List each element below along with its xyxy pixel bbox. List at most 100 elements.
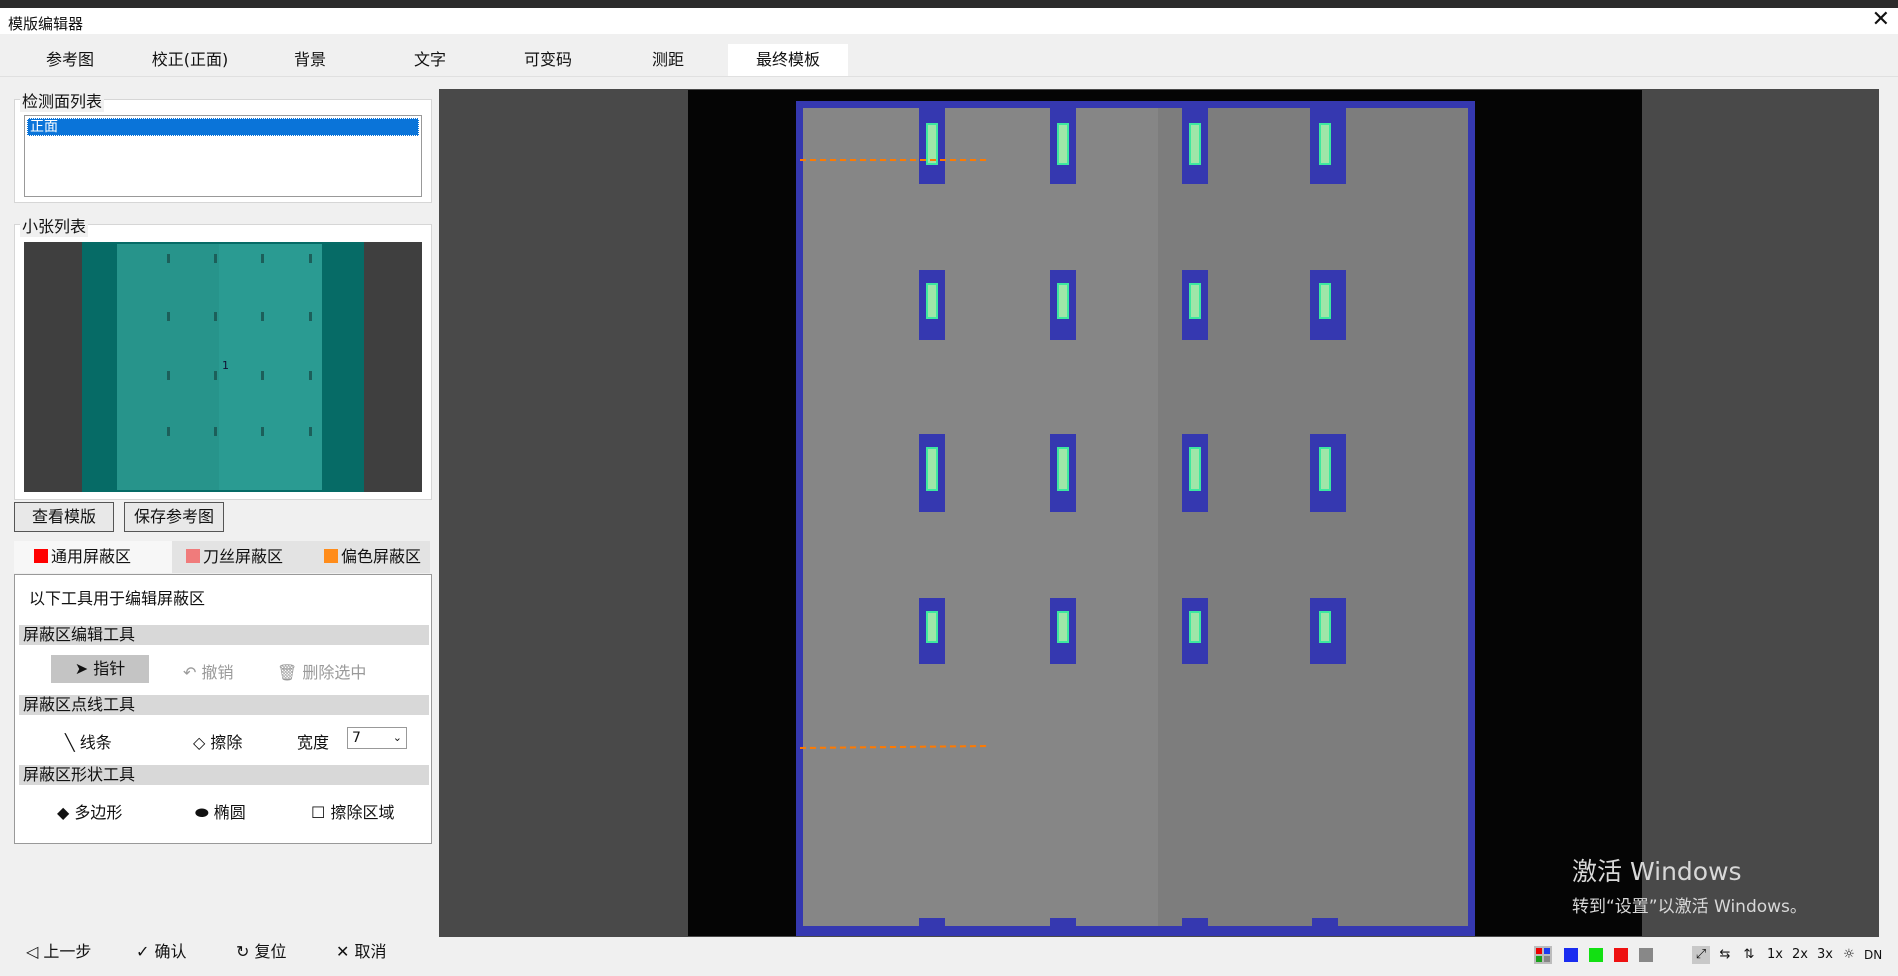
barcode-strip (926, 611, 938, 643)
red-channel-icon[interactable] (1612, 946, 1630, 964)
x-icon: ✕ (336, 942, 350, 961)
pointer-tool[interactable]: ➤ 指针 (51, 655, 149, 683)
fit-window-icon[interactable]: ⤢ (1692, 946, 1710, 964)
cancel-label: 取消 (354, 942, 387, 961)
close-button[interactable]: ✕ (1872, 9, 1890, 31)
fit-height-icon[interactable]: ⇅ (1740, 946, 1758, 964)
line-tool[interactable]: ╲ 线条 (65, 729, 112, 753)
view-template-button[interactable]: 查看模版 (14, 502, 114, 532)
pointer-label: 指针 (93, 659, 126, 678)
shape-tools-header: 屏蔽区形状工具 (19, 765, 429, 785)
top-strip (0, 0, 1898, 8)
tab-color-cast-mask[interactable]: 偏色屏蔽区 (310, 541, 440, 573)
mask-pad[interactable] (919, 918, 945, 926)
barcode-strip (1319, 447, 1331, 491)
brightness-icon[interactable]: ☼ (1840, 946, 1858, 964)
polygon-icon: ◆ (57, 803, 70, 822)
delete-selected-button[interactable]: 🗑 删除选中 (277, 659, 366, 683)
width-value: 7 (352, 730, 361, 746)
barcode-strip (1189, 611, 1201, 643)
eraser-icon: ◇ (193, 733, 206, 752)
zoom-3x-button[interactable]: 3x (1816, 946, 1834, 964)
mask-type-tabs: 通用屏蔽区 刀丝屏蔽区 偏色屏蔽区 (14, 541, 430, 573)
sheet-number: 1 (222, 359, 229, 372)
check-icon: ✓ (136, 942, 150, 961)
tab-ranging[interactable]: 测距 (628, 44, 708, 76)
line-icon: ╲ (65, 733, 75, 752)
window-title: 模版编辑器 (8, 15, 84, 33)
ellipse-icon: ⬬ (195, 803, 209, 822)
face-item-front[interactable]: 正面 (27, 118, 419, 136)
tab-reference[interactable]: 参考图 (30, 44, 110, 76)
gray-channel-icon[interactable] (1637, 946, 1655, 964)
tab-bar: 参考图 校正(正面) 背景 文字 可变码 测距 最终模板 (0, 44, 1898, 77)
edit-tools-header: 屏蔽区编辑工具 (19, 625, 429, 645)
mask-tools-panel: 以下工具用于编辑屏蔽区 屏蔽区编辑工具 ➤ 指针 ↶ 撤销 🗑 删除选中 屏蔽区… (14, 574, 432, 844)
barcode-strip (1319, 283, 1331, 319)
refresh-icon: ↻ (236, 942, 250, 961)
confirm-button[interactable]: ✓ 确认 (136, 938, 187, 962)
line-label: 线条 (79, 733, 112, 752)
color-cast-mask-label: 偏色屏蔽区 (341, 547, 422, 566)
width-select[interactable]: 7 ⌄ (347, 727, 407, 749)
fit-width-icon[interactable]: ⇆ (1716, 946, 1734, 964)
tab-background[interactable]: 背景 (270, 44, 350, 76)
width-label: 宽度 (297, 733, 330, 752)
erase-tool[interactable]: ◇ 擦除 (193, 729, 242, 753)
sheet-thumbnail[interactable]: 1 (24, 242, 422, 492)
barcode-strip (1057, 283, 1069, 319)
template-image (796, 101, 1475, 936)
blue-channel-icon[interactable] (1562, 946, 1580, 964)
tab-text[interactable]: 文字 (390, 44, 470, 76)
green-channel-icon[interactable] (1587, 946, 1605, 964)
cancel-button[interactable]: ✕ 取消 (336, 938, 387, 962)
activation-title: 激活 Windows (1572, 857, 1742, 886)
delete-selected-label: 删除选中 (302, 663, 367, 682)
general-mask-label: 通用屏蔽区 (51, 547, 132, 566)
tab-general-mask[interactable]: 通用屏蔽区 (14, 541, 172, 573)
tab-correction[interactable]: 校正(正面) (140, 44, 240, 76)
ellipse-tool[interactable]: ⬬ 椭圆 (195, 799, 246, 823)
barcode-strip (1057, 447, 1069, 491)
mask-pad[interactable] (1312, 918, 1338, 926)
color-grid-icon[interactable] (1534, 946, 1552, 964)
mask-pad[interactable] (1050, 918, 1076, 926)
mask-pad[interactable] (1182, 918, 1208, 926)
prev-label: 上一步 (43, 942, 92, 961)
zoom-1x-button[interactable]: 1x (1766, 946, 1784, 964)
erase-region-label: 擦除区域 (330, 803, 395, 822)
reset-button[interactable]: ↻ 复位 (236, 938, 287, 962)
barcode-strip (1319, 123, 1331, 165)
polygon-tool[interactable]: ◆ 多边形 (57, 799, 122, 823)
chevron-down-icon: ⌄ (392, 731, 402, 744)
barcode-strip (1189, 123, 1201, 165)
confirm-label: 确认 (154, 942, 187, 961)
erase-region-tool[interactable]: ☐ 擦除区域 (311, 799, 394, 823)
barcode-strip (926, 283, 938, 319)
cursor-arrow-icon: ➤ (74, 659, 89, 678)
back-arrow-icon: ◁ (26, 942, 39, 961)
barcode-strip (926, 447, 938, 491)
tab-variable-code[interactable]: 可变码 (508, 44, 588, 76)
template-canvas[interactable] (688, 90, 1642, 936)
activation-watermark: 激活 Windows 转到“设置”以激活 Windows。 (1572, 852, 1807, 917)
dn-button[interactable]: DN (1864, 946, 1882, 964)
zoom-2x-button[interactable]: 2x (1791, 946, 1809, 964)
pointline-tools-header: 屏蔽区点线工具 (19, 695, 429, 715)
barcode-strip (1319, 611, 1331, 643)
trash-icon: 🗑 (277, 663, 298, 682)
barcode-strip (1057, 611, 1069, 643)
save-reference-button[interactable]: 保存参考图 (124, 502, 224, 532)
polygon-label: 多边形 (74, 803, 123, 822)
activation-subtitle: 转到“设置”以激活 Windows。 (1572, 897, 1807, 917)
image-viewer[interactable] (439, 89, 1879, 937)
prev-button[interactable]: ◁ 上一步 (26, 938, 91, 962)
face-listbox[interactable]: 正面 (24, 115, 422, 197)
tab-knife-mask[interactable]: 刀丝屏蔽区 (172, 541, 306, 573)
barcode-strip (1189, 447, 1201, 491)
undo-button[interactable]: ↶ 撤销 (183, 659, 234, 683)
reset-label: 复位 (254, 942, 287, 961)
face-list-label: 检测面列表 (20, 88, 105, 112)
undo-icon: ↶ (183, 663, 197, 682)
tab-final-template[interactable]: 最终模板 (728, 44, 848, 76)
